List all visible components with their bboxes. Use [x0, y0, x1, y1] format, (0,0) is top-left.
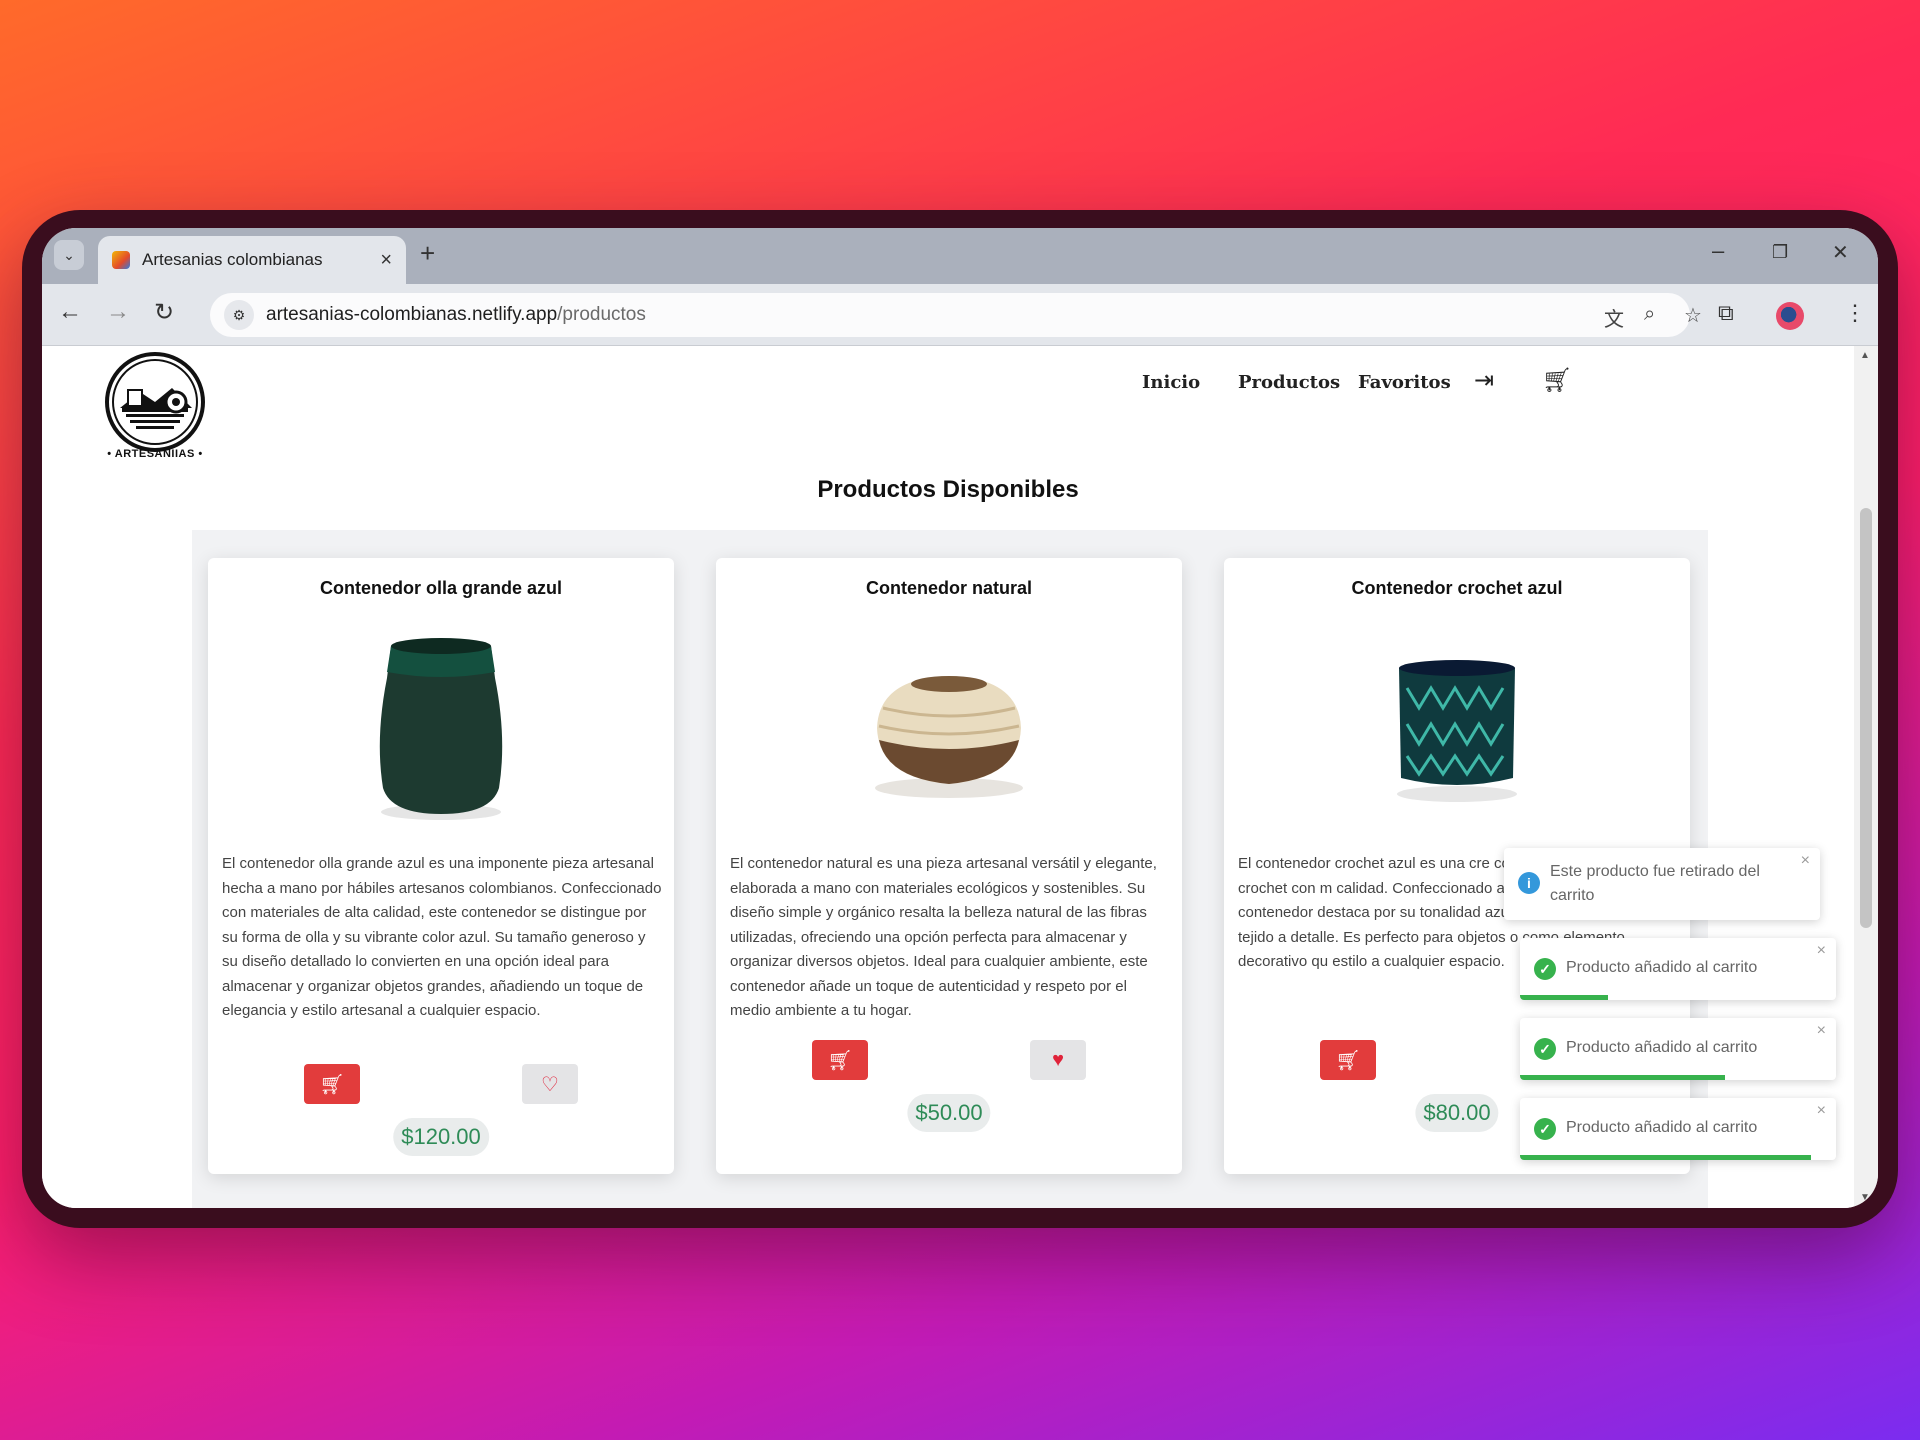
- info-icon: i: [1518, 872, 1540, 894]
- minimize-button[interactable]: –: [1712, 238, 1724, 264]
- nav-inicio[interactable]: Inicio: [1142, 372, 1200, 393]
- logo-text: • ARTESANIIAS •: [107, 448, 203, 460]
- product-card: Contenedor natural El contenedor natural…: [716, 558, 1182, 1174]
- favicon-icon: [112, 251, 130, 269]
- url-host: artesanias-colombianas.netlify.app: [266, 304, 558, 325]
- toast-close-icon[interactable]: ×: [1801, 852, 1810, 870]
- product-price: $50.00: [907, 1094, 991, 1132]
- site-info-icon[interactable]: ⚙: [224, 300, 254, 330]
- toast-message: Producto añadido al carrito: [1566, 1119, 1758, 1136]
- page-title: Productos Disponibles: [817, 476, 1079, 503]
- tab-title: Artesanias colombianas: [142, 250, 323, 269]
- product-title: Contenedor crochet azul: [1351, 578, 1563, 598]
- cart-plus-icon: 🛒︎: [827, 1049, 853, 1072]
- product-description: El contenedor olla grande azul es una im…: [222, 855, 662, 1019]
- reload-icon[interactable]: ↻: [154, 298, 174, 327]
- back-icon[interactable]: ←: [58, 298, 82, 326]
- page-content: • ARTESANIIAS • Inicio Productos Favorit…: [42, 346, 1854, 1208]
- heart-outline-icon: ♡: [541, 1073, 559, 1096]
- toast-success: ✓ Producto añadido al carrito ×: [1520, 938, 1836, 1000]
- toast-close-icon[interactable]: ×: [1817, 1102, 1826, 1120]
- toast-message: Producto añadido al carrito: [1566, 959, 1758, 976]
- toast-progress-bar: [1520, 1075, 1726, 1080]
- profile-avatar[interactable]: [1776, 302, 1804, 330]
- page-scrollbar[interactable]: ▲ ▼: [1854, 346, 1878, 1208]
- toast-progress-bar: [1520, 995, 1609, 1000]
- tab-strip: ⌄ Artesanias colombianas × + – ❐ ✕: [42, 228, 1878, 284]
- url-path: /productos: [557, 304, 646, 325]
- zoom-icon[interactable]: ⌕: [1644, 303, 1655, 326]
- favorite-button[interactable]: ♥: [1030, 1040, 1086, 1080]
- product-title: Contenedor natural: [865, 578, 1032, 598]
- nav-favoritos[interactable]: Favoritos: [1358, 372, 1451, 393]
- add-to-cart-button[interactable]: 🛒︎: [1320, 1040, 1376, 1080]
- scroll-thumb[interactable]: [1860, 508, 1872, 928]
- address-bar[interactable]: ⚙ artesanias-colombianas.netlify.app /pr…: [210, 293, 1702, 337]
- tab-close-icon[interactable]: ×: [380, 249, 392, 272]
- bookmark-star-icon[interactable]: ☆: [1684, 303, 1702, 328]
- product-price: $120.00: [393, 1118, 489, 1156]
- toast-message: Producto añadido al carrito: [1566, 1039, 1758, 1056]
- product-title: Contenedor olla grande azul: [319, 578, 563, 598]
- toast-info: i Este producto fue retirado del carrito…: [1504, 848, 1820, 920]
- toast-close-icon[interactable]: ×: [1817, 942, 1826, 960]
- close-window-button[interactable]: ✕: [1832, 240, 1849, 265]
- browser-window: ⌄ Artesanias colombianas × + – ❐ ✕ ← → ↻…: [42, 228, 1878, 1208]
- tab-artesanias[interactable]: Artesanias colombianas ×: [98, 236, 406, 284]
- translate-icon[interactable]: 文: [1604, 303, 1624, 332]
- nav-productos[interactable]: Productos: [1238, 372, 1340, 393]
- new-tab-button[interactable]: +: [420, 238, 435, 269]
- product-card: Contenedor olla grande azul El contenedo…: [208, 558, 674, 1174]
- scroll-down-icon[interactable]: ▼: [1860, 1192, 1870, 1203]
- cart-icon[interactable]: 🛒︎: [1542, 366, 1572, 395]
- toast-close-icon[interactable]: ×: [1817, 1022, 1826, 1040]
- add-to-cart-button[interactable]: 🛒︎: [812, 1040, 868, 1080]
- cart-plus-icon: 🛒︎: [319, 1073, 345, 1096]
- tab-search-icon[interactable]: ⌄: [54, 240, 84, 270]
- toast-progress-bar: [1520, 1155, 1811, 1160]
- check-icon: ✓: [1534, 1118, 1556, 1140]
- scroll-up-icon[interactable]: ▲: [1860, 350, 1870, 361]
- product-image-olla: [379, 638, 503, 820]
- check-icon: ✓: [1534, 1038, 1556, 1060]
- product-image-crochet: [1397, 660, 1517, 802]
- check-icon: ✓: [1534, 958, 1556, 980]
- toast-success: ✓ Producto añadido al carrito ×: [1520, 1098, 1836, 1160]
- forward-icon[interactable]: →: [106, 298, 130, 326]
- cart-plus-icon: 🛒︎: [1335, 1049, 1361, 1072]
- browser-menu-icon[interactable]: ⋮: [1844, 300, 1866, 326]
- toast-success: ✓ Producto añadido al carrito ×: [1520, 1018, 1836, 1080]
- restore-button[interactable]: ❐: [1772, 242, 1788, 263]
- artesanias-logo[interactable]: [100, 352, 210, 462]
- add-to-cart-button[interactable]: 🛒︎: [304, 1064, 360, 1104]
- product-image-natural: [875, 676, 1023, 798]
- toast-message: Este producto fue retirado del carrito: [1550, 863, 1760, 904]
- product-description: El contenedor natural es una pieza artes…: [730, 855, 1157, 1019]
- browser-toolbar: ← → ↻ ⚙ artesanias-colombianas.netlify.a…: [42, 284, 1878, 346]
- extensions-icon[interactable]: ⧉: [1718, 300, 1734, 326]
- product-price: $80.00: [1415, 1094, 1499, 1132]
- favorite-button[interactable]: ♡: [522, 1064, 578, 1104]
- logout-icon[interactable]: ⇥: [1474, 366, 1494, 395]
- heart-filled-icon: ♥: [1052, 1048, 1064, 1071]
